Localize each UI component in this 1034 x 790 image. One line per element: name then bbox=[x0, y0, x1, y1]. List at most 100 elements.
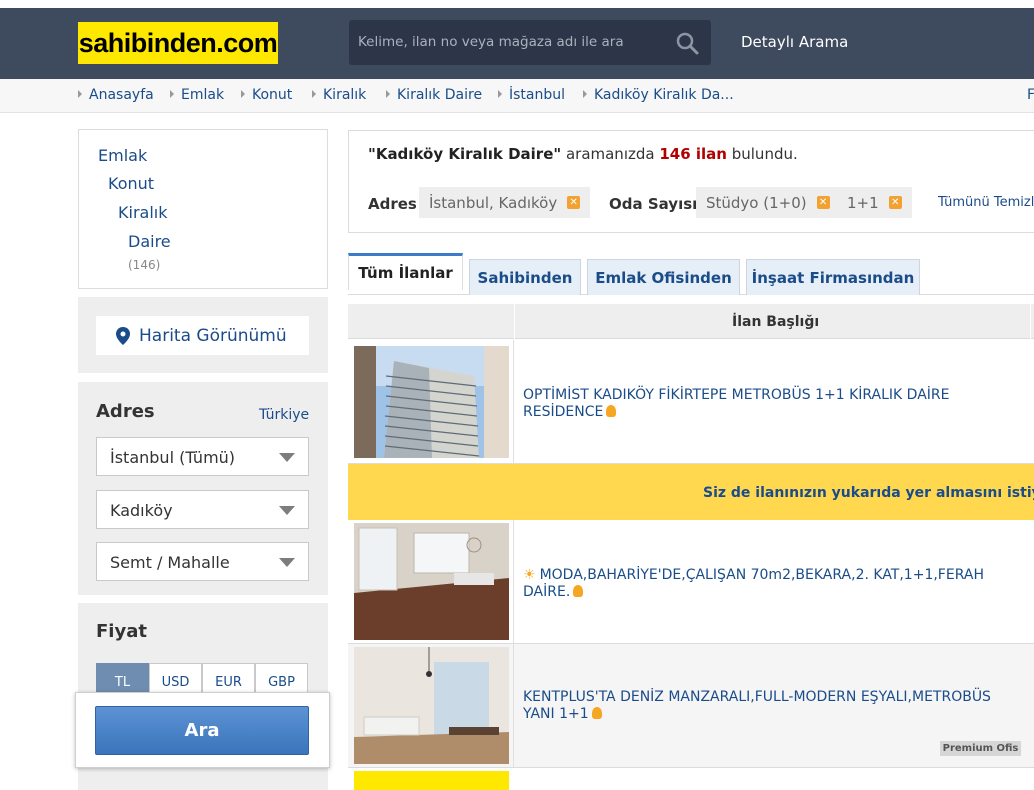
district-select-value: Kadıköy bbox=[110, 501, 173, 520]
breadcrumb-label: Kadıköy Kiralık Da... bbox=[594, 87, 734, 103]
search-placeholder: Kelime, ilan no veya mağaza adı ile ara bbox=[358, 34, 624, 50]
filter-chip-address[interactable]: İstanbul, Kadıköy ✕ bbox=[419, 187, 591, 218]
search-input[interactable]: Kelime, ilan no veya mağaza adı ile ara bbox=[349, 20, 711, 65]
map-view-button[interactable]: Harita Görünümü bbox=[96, 316, 309, 355]
breadcrumb-item[interactable]: Kiralık Daire bbox=[386, 87, 482, 103]
listing-title-text: OPTİMİST KADIKÖY FİKİRTEPE METROBÜS 1+1 … bbox=[523, 387, 950, 420]
chevron-down-icon bbox=[279, 506, 295, 515]
listing-thumbnail-cell bbox=[348, 340, 514, 463]
address-country-link[interactable]: Türkiye bbox=[259, 407, 309, 423]
city-select[interactable]: İstanbul (Tümü) bbox=[96, 437, 309, 476]
breadcrumb-item[interactable]: Emlak bbox=[170, 87, 224, 103]
sun-icon: ☀ bbox=[523, 567, 536, 583]
breadcrumb-item[interactable]: F bbox=[1027, 87, 1034, 103]
search-query: "Kadıköy Kiralık Daire" bbox=[368, 145, 562, 163]
close-icon[interactable]: ✕ bbox=[816, 196, 830, 209]
category-emlak[interactable]: Emlak bbox=[98, 146, 147, 165]
column-divider bbox=[514, 304, 515, 339]
promo-text: Siz de ilanınızın yukarıda yer almasını … bbox=[703, 485, 1034, 501]
breadcrumb-item[interactable]: Kiralık bbox=[312, 87, 366, 103]
listing-table-header: İlan Başlığı bbox=[348, 304, 1034, 339]
listing-title[interactable]: KENTPLUS'TA DENİZ MANZARALI,FULL-MODERN … bbox=[523, 689, 1023, 723]
breadcrumb-label: Anasayfa bbox=[89, 87, 154, 103]
breadcrumb-item[interactable]: Konut bbox=[241, 87, 292, 103]
filter-chip-label: 1+1 bbox=[847, 193, 879, 212]
breadcrumb-item[interactable]: İstanbul bbox=[498, 87, 565, 103]
premium-office-badge: Premium Ofis bbox=[940, 741, 1021, 756]
category-daire[interactable]: Daire bbox=[128, 232, 171, 251]
chevron-right-icon bbox=[386, 90, 390, 98]
neighborhood-select-value: Semt / Mahalle bbox=[110, 553, 230, 572]
category-count: (146) bbox=[128, 258, 161, 272]
address-filter: Adres Türkiye İstanbul (Tümü) Kadıköy Se… bbox=[78, 382, 328, 595]
breadcrumb-item[interactable]: Kadıköy Kiralık Da... bbox=[583, 87, 734, 103]
filter-chip-1plus1[interactable]: 1+1 ✕ bbox=[837, 187, 912, 218]
filter-address-label: Adres bbox=[368, 195, 417, 213]
top-strip bbox=[0, 0, 1034, 8]
logo-text: sahibinden.com bbox=[78, 27, 278, 58]
chevron-right-icon bbox=[241, 90, 245, 98]
category-kiralik[interactable]: Kiralık bbox=[118, 203, 167, 222]
listing-photo-partial[interactable] bbox=[354, 771, 509, 790]
price-title: Fiyat bbox=[96, 621, 147, 642]
map-pin-icon bbox=[116, 326, 130, 345]
clear-all-filters-link[interactable]: Tümünü Temizl bbox=[938, 195, 1034, 210]
site-logo[interactable]: sahibinden.com bbox=[78, 22, 278, 64]
promo-banner[interactable]: Siz de ilanınızın yukarıda yer almasını … bbox=[348, 464, 1034, 520]
district-select[interactable]: Kadıköy bbox=[96, 490, 309, 529]
breadcrumb-label: Emlak bbox=[181, 87, 225, 103]
breadcrumb: Anasayfa Emlak Konut Kiralık Kiralık Dai… bbox=[0, 79, 1034, 113]
breadcrumb-label: Kiralık bbox=[323, 87, 367, 103]
lightbulb-icon bbox=[606, 405, 617, 417]
search-icon[interactable] bbox=[675, 31, 699, 55]
chevron-right-icon bbox=[78, 90, 82, 98]
tab-all-listings[interactable]: Tüm İlanlar bbox=[348, 253, 463, 290]
listing-thumbnail-cell bbox=[348, 644, 514, 767]
tab-from-builder[interactable]: İnşaat Firmasından bbox=[746, 259, 920, 295]
listing-photo[interactable] bbox=[354, 346, 509, 458]
search-button-popover: Ara bbox=[75, 692, 330, 768]
listing-photo[interactable] bbox=[354, 523, 509, 640]
listing-title[interactable]: ☀ MODA,BAHARİYE'DE,ÇALIŞAN 70m2,BEKARA,2.… bbox=[523, 567, 1023, 601]
lightbulb-icon bbox=[591, 707, 602, 719]
column-title-header[interactable]: İlan Başlığı bbox=[732, 314, 819, 330]
map-view-panel: Harita Görünümü bbox=[78, 297, 328, 373]
close-icon[interactable]: ✕ bbox=[888, 196, 902, 209]
filter-rooms-label: Oda Sayısı bbox=[609, 195, 698, 213]
chevron-right-icon bbox=[312, 90, 316, 98]
chevron-right-icon bbox=[170, 90, 174, 98]
search-button[interactable]: Ara bbox=[95, 706, 309, 755]
listing-title[interactable]: OPTİMİST KADIKÖY FİKİRTEPE METROBÜS 1+1 … bbox=[523, 387, 1023, 421]
chevron-down-icon bbox=[279, 558, 295, 567]
listing-title-text: MODA,BAHARİYE'DE,ÇALIŞAN 70m2,BEKARA,2. … bbox=[523, 567, 984, 600]
table-row[interactable]: ☀ MODA,BAHARİYE'DE,ÇALIŞAN 70m2,BEKARA,2.… bbox=[348, 520, 1034, 644]
listing-photo[interactable] bbox=[354, 647, 509, 764]
category-konut[interactable]: Konut bbox=[108, 174, 154, 193]
results-text: "Kadıköy Kiralık Daire" aramanızda 146 i… bbox=[368, 145, 798, 163]
table-row[interactable]: OPTİMİST KADIKÖY FİKİRTEPE METROBÜS 1+1 … bbox=[348, 340, 1034, 464]
filter-chip-studio[interactable]: Stüdyo (1+0) ✕ bbox=[696, 187, 840, 218]
breadcrumb-label: Kiralık Daire bbox=[397, 87, 483, 103]
column-divider bbox=[1030, 304, 1031, 339]
detailed-search-link[interactable]: Detaylı Arama bbox=[741, 33, 848, 51]
breadcrumb-item[interactable]: Anasayfa bbox=[78, 87, 154, 103]
breadcrumb-label: Konut bbox=[252, 87, 293, 103]
lightbulb-icon bbox=[573, 585, 584, 597]
close-icon[interactable]: ✕ bbox=[567, 196, 581, 209]
breadcrumb-label: İstanbul bbox=[509, 87, 566, 103]
breadcrumb-label: F bbox=[1027, 87, 1034, 103]
site-header: sahibinden.com Kelime, ilan no veya mağa… bbox=[0, 8, 1034, 79]
neighborhood-select[interactable]: Semt / Mahalle bbox=[96, 542, 309, 581]
category-tree: Emlak Konut Kiralık Daire (146) bbox=[78, 129, 328, 289]
table-row[interactable]: KENTPLUS'TA DENİZ MANZARALI,FULL-MODERN … bbox=[348, 644, 1034, 768]
chevron-down-icon bbox=[279, 453, 295, 462]
tab-from-owner[interactable]: Sahibinden bbox=[469, 259, 581, 295]
map-view-label: Harita Görünümü bbox=[139, 325, 287, 346]
filter-chip-label: İstanbul, Kadıköy bbox=[429, 193, 558, 212]
tab-from-agency[interactable]: Emlak Ofisinden bbox=[587, 259, 740, 295]
results-count: 146 ilan bbox=[659, 145, 727, 163]
results-middle: aramanızda bbox=[561, 145, 660, 163]
results-summary: "Kadıköy Kiralık Daire" aramanızda 146 i… bbox=[348, 130, 1034, 233]
chevron-right-icon bbox=[498, 90, 502, 98]
chevron-right-icon bbox=[583, 90, 587, 98]
